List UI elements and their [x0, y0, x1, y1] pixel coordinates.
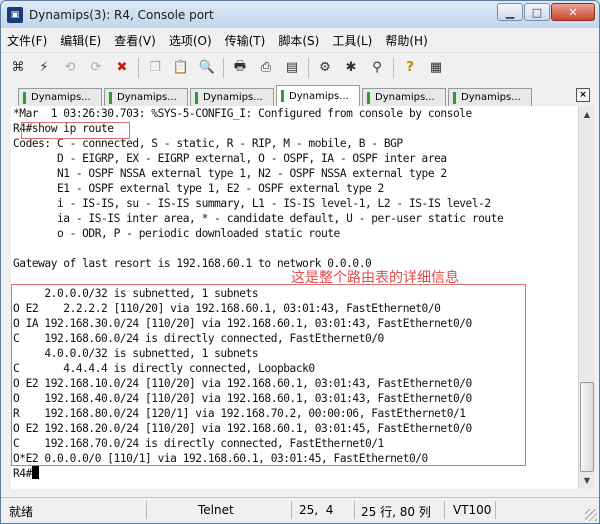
connected-indicator-icon — [23, 91, 26, 104]
terminal-line: o - ODR, P - periodic downloaded static … — [13, 227, 340, 240]
menu-tools[interactable]: 工具(L) — [332, 32, 372, 49]
menu-file[interactable]: 文件(F) — [7, 32, 47, 49]
global-options-icon[interactable]: ✱ — [340, 57, 362, 79]
app-window: ▣ Dynamips(3): R4, Console port ▁ □ ✕ 文件… — [0, 0, 600, 524]
status-cursor-position: 25, 4 — [299, 503, 334, 517]
print-screen-icon[interactable]: ▤ — [281, 57, 303, 79]
session-tab-label: Dynamips... — [117, 92, 177, 103]
session-tab[interactable]: Dynamips... — [190, 88, 274, 106]
menu-bar: 文件(F) 编辑(E) 查看(V) 选项(O) 传输(T) 脚本(S) 工具(L… — [1, 29, 599, 51]
session-tab[interactable]: Dynamips... — [18, 88, 102, 106]
routing-table-highlight-box — [11, 284, 526, 466]
reconnect-icon[interactable]: ⟲ — [59, 57, 81, 79]
terminal-prompt: R4# — [13, 467, 32, 480]
scroll-down-arrow-icon[interactable]: ▼ — [579, 472, 595, 488]
status-ready: 就绪 — [9, 505, 34, 519]
keymap-icon[interactable]: ⚲ — [366, 57, 388, 79]
menu-script[interactable]: 脚本(S) — [278, 32, 319, 49]
connected-indicator-icon — [367, 91, 370, 104]
quick-connect-icon[interactable]: ⚡ — [33, 57, 55, 79]
vertical-scrollbar[interactable]: ▲ ▼ — [578, 106, 595, 489]
menu-edit[interactable]: 编辑(E) — [60, 32, 101, 49]
scroll-up-arrow-icon[interactable]: ▲ — [579, 106, 595, 122]
toolbar-separator — [138, 57, 139, 78]
copy-icon[interactable]: ❐ — [144, 57, 166, 79]
toolbar-separator — [393, 57, 394, 78]
session-tab-label: Dynamips... — [289, 90, 349, 102]
toolbar-separator — [308, 57, 309, 78]
close-button[interactable]: ✕ — [551, 3, 595, 21]
session-tab-label: Dynamips... — [31, 92, 91, 103]
session-tab-active[interactable]: Dynamips... — [276, 85, 360, 106]
status-separator — [495, 501, 496, 519]
menu-transfer[interactable]: 传输(T) — [225, 32, 266, 49]
menu-help[interactable]: 帮助(H) — [385, 32, 427, 49]
command-highlight-box — [21, 122, 130, 139]
status-bar: 就绪 Telnet 25, 4 25 行, 80 列 VT100 — [1, 497, 599, 523]
status-protocol: Telnet — [198, 503, 234, 517]
close-tab-button[interactable]: × — [576, 88, 590, 102]
connected-indicator-icon — [109, 91, 112, 104]
terminal-prompt-line: R4# — [13, 466, 39, 481]
connected-indicator-icon — [281, 90, 284, 102]
terminal-line: N1 - OSPF NSSA external type 1, N2 - OSP… — [13, 167, 447, 180]
connected-indicator-icon — [453, 91, 456, 104]
disconnect-icon[interactable]: ✖ — [111, 57, 133, 79]
status-terminal-size: 25 行, 80 列 — [361, 505, 431, 519]
menu-view[interactable]: 查看(V) — [114, 32, 156, 49]
session-tab-label: Dynamips... — [461, 92, 521, 103]
minimize-button[interactable]: ▁ — [497, 3, 523, 21]
securecrt-app-icon: ▣ — [7, 6, 23, 23]
session-tab[interactable]: Dynamips... — [104, 88, 188, 106]
print-setup-icon[interactable]: 🖶 — [229, 57, 251, 79]
terminal-line: D - EIGRP, EX - EIGRP external, O - OSPF… — [13, 152, 447, 165]
toolbar-separator — [223, 57, 224, 78]
session-tab-label: Dynamips... — [203, 92, 263, 103]
scrollbar-thumb[interactable] — [580, 382, 594, 472]
window-controls: ▁ □ ✕ — [496, 3, 595, 21]
session-tab-label: Dynamips... — [375, 92, 435, 103]
help-icon[interactable]: ? — [399, 57, 421, 79]
terminal-cursor — [31, 466, 39, 479]
status-separator — [444, 501, 445, 519]
session-tab[interactable]: Dynamips... — [362, 88, 446, 106]
status-separator — [354, 501, 355, 519]
annotation-text: 这是整个路由表的详细信息 — [291, 270, 459, 286]
status-emulation: VT100 — [453, 503, 492, 517]
resize-grip-icon[interactable] — [585, 509, 597, 521]
status-separator — [291, 501, 292, 519]
session-tab-bar: Dynamips... Dynamips... Dynamips... Dyna… — [1, 84, 599, 106]
menu-options[interactable]: 选项(O) — [169, 32, 212, 49]
terminal-line: *Mar 1 03:26:30.703: %SYS-5-CONFIG_I: Co… — [13, 107, 472, 120]
terminal-line: E1 - OSPF external type 1, E2 - OSPF ext… — [13, 182, 384, 195]
toolbar: ⌘ ⚡ ⟲ ⟳ ✖ ❐ 📋 🔍 🖶 ⎙ ▤ ⚙ ✱ ⚲ ? ▦ — [1, 52, 599, 82]
connected-indicator-icon — [195, 91, 198, 104]
maximize-button[interactable]: □ — [524, 3, 550, 21]
terminal-line: i - IS-IS, su - IS-IS summary, L1 - IS-I… — [13, 197, 491, 210]
sftp-icon[interactable]: ▦ — [425, 57, 447, 79]
print-icon[interactable]: ⎙ — [255, 57, 277, 79]
connect-icon[interactable]: ⌘ — [7, 57, 29, 79]
session-options-icon[interactable]: ⚙ — [314, 57, 336, 79]
terminal-line: ia - IS-IS inter area, * - candidate def… — [13, 212, 504, 225]
status-separator — [146, 501, 147, 519]
find-icon[interactable]: 🔍 — [196, 57, 218, 79]
session-tab[interactable]: Dynamips... — [448, 88, 532, 106]
reconnect-all-icon[interactable]: ⟳ — [85, 57, 107, 79]
title-bar[interactable]: ▣ Dynamips(3): R4, Console port ▁ □ ✕ — [1, 1, 599, 28]
paste-icon[interactable]: 📋 — [170, 57, 192, 79]
window-title: Dynamips(3): R4, Console port — [29, 7, 214, 22]
